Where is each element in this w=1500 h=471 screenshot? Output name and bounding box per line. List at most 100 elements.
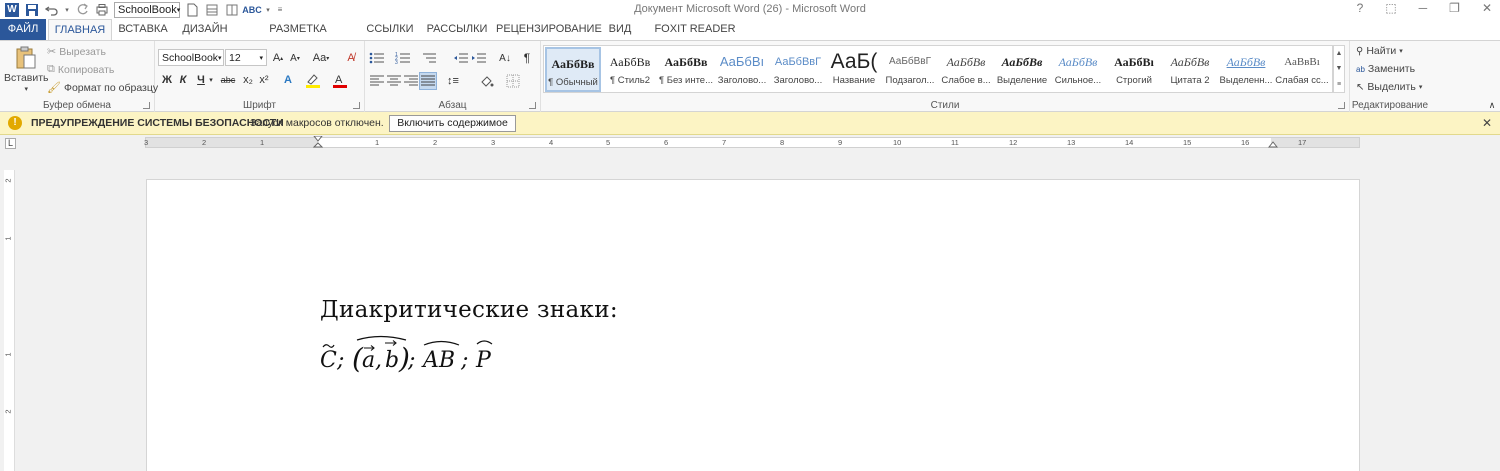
save-icon[interactable] [24, 2, 40, 18]
style-title[interactable]: АаБ( Название [826, 47, 882, 92]
copy-label: Копировать [57, 63, 115, 76]
style-strong[interactable]: АаБбВı Строгий [1106, 47, 1162, 92]
shrink-font-icon[interactable]: A ▾ [287, 50, 303, 66]
font-name-combo[interactable]: SchoolBook ▾ [158, 49, 224, 66]
tab-references[interactable]: ССЫЛКИ [362, 19, 418, 40]
customize-qat-icon[interactable]: ≡ [276, 2, 284, 18]
font-size-combo[interactable]: 12 ▾ [225, 49, 267, 66]
copy-icon: ⧉ [47, 63, 55, 75]
style-heading-2[interactable]: АаБбВвГ Заголово... [770, 47, 826, 92]
tab-home[interactable]: ГЛАВНАЯ [48, 19, 112, 41]
paste-button[interactable]: Вставить ▾ [4, 45, 49, 93]
ribbon-tabs: ФАЙЛ ГЛАВНАЯ ВСТАВКА ДИЗАЙН РАЗМЕТКА СТР… [0, 19, 1500, 55]
align-center-icon[interactable] [386, 73, 402, 89]
spelling-check-icon[interactable]: ABC [242, 2, 262, 18]
print-preview-icon[interactable] [94, 2, 110, 18]
close-icon[interactable]: ✕ [1482, 1, 1492, 15]
clipboard-dialog-launcher-icon[interactable] [143, 102, 150, 109]
enable-content-button[interactable]: Включить содержимое [389, 115, 516, 132]
paragraph-dialog-launcher-icon[interactable] [529, 102, 536, 109]
indent-marker-icon[interactable] [313, 136, 323, 150]
superscript-button[interactable]: x² [256, 72, 272, 88]
collapse-ribbon-icon[interactable]: ∧ [1484, 97, 1500, 113]
ruler-number: 1 [375, 138, 380, 147]
grow-font-icon[interactable]: A ▴ [270, 50, 286, 66]
style-heading-1[interactable]: АаБбВı Заголово... [714, 47, 770, 92]
undo-icon[interactable] [44, 2, 60, 18]
tab-selector-icon[interactable]: L [5, 138, 16, 149]
qat-font-combo[interactable]: SchoolBook ▾ [114, 1, 180, 18]
select-button[interactable]: ↖ Выделить ▾ [1356, 81, 1422, 93]
style-normal[interactable]: АаБбВв ¶ Обычный [545, 47, 601, 92]
multilevel-list-icon[interactable] [421, 50, 437, 66]
tab-view[interactable]: ВИД [602, 19, 638, 40]
document-page[interactable]: Диакритические знаки: C ; ( a , b ) ; AB… [146, 179, 1360, 471]
minimize-icon[interactable]: ─ [1419, 1, 1428, 15]
bold-button[interactable]: Ж [159, 72, 175, 88]
right-indent-marker-icon[interactable] [1268, 141, 1278, 149]
help-icon[interactable]: ? [1357, 1, 1364, 15]
numbering-icon[interactable]: 123 [395, 50, 411, 66]
ruler-number: 6 [664, 138, 669, 147]
strikethrough-button[interactable]: abc [218, 72, 238, 88]
style-subtitle[interactable]: АаБбВвГ Подзагол... [882, 47, 938, 92]
tab-mailings[interactable]: РАССЫЛКИ [422, 19, 492, 40]
table-icon[interactable] [204, 2, 220, 18]
style-emphasis[interactable]: АаБбВв Выделение [994, 47, 1050, 92]
gallery-more-icon[interactable]: ≡ [1337, 81, 1341, 88]
subscript-button[interactable]: x₂ [240, 72, 256, 88]
style-subtle-reference[interactable]: АаВвВı Слабая сс... [1274, 47, 1330, 92]
increase-indent-icon[interactable] [471, 50, 487, 66]
text-effects-icon[interactable]: A [280, 72, 296, 88]
justify-icon[interactable] [419, 72, 437, 90]
tab-page-layout[interactable]: РАЗМЕТКА СТРАНИЦЫ [238, 19, 358, 55]
borders-icon[interactable] [505, 73, 521, 89]
ruler-number: 1 [3, 236, 13, 241]
align-left-icon[interactable] [369, 73, 385, 89]
show-formatting-marks-button[interactable]: ¶ [519, 50, 535, 66]
restore-icon[interactable]: ❐ [1449, 1, 1460, 15]
underline-dropdown-icon[interactable]: ▾ [207, 72, 215, 88]
tab-insert[interactable]: ВСТАВКА [114, 19, 172, 40]
tab-design[interactable]: ДИЗАЙН [176, 19, 234, 40]
decrease-indent-icon[interactable] [453, 50, 469, 66]
style-intense-emphasis[interactable]: АаБбВв Сильное... [1050, 47, 1106, 92]
italic-button[interactable]: К [175, 72, 191, 88]
redo-icon[interactable] [74, 2, 90, 18]
tab-review[interactable]: РЕЦЕНЗИРОВАНИЕ [496, 19, 602, 40]
clear-formatting-icon[interactable]: A̸ [343, 50, 359, 66]
sort-icon[interactable]: A↓ [497, 50, 513, 66]
font-dialog-launcher-icon[interactable] [353, 102, 360, 109]
style-subtle-emphasis[interactable]: АаБбВв Слабое в... [938, 47, 994, 92]
line-spacing-icon[interactable]: ↕≡ [445, 73, 461, 89]
font-color-icon[interactable]: A [332, 72, 348, 88]
format-painter-button[interactable]: 🖌 Формат по образцу [47, 81, 158, 95]
scroll-down-icon[interactable]: ▼ [1336, 65, 1343, 72]
highlight-color-icon[interactable] [305, 72, 321, 88]
ribbon-display-icon[interactable]: ⬚ [1385, 1, 1396, 15]
tab-file[interactable]: ФАЙЛ [0, 19, 46, 40]
replace-button[interactable]: ab Заменить [1356, 63, 1415, 75]
scroll-up-icon[interactable]: ▲ [1336, 50, 1343, 57]
style-no-spacing[interactable]: АаБбВв ¶ Без инте... [658, 47, 714, 92]
styles-dialog-launcher-icon[interactable] [1338, 102, 1345, 109]
style-preview: АаБбВв [1226, 55, 1266, 69]
style-style2[interactable]: АаБбВв ¶ Стиль2 [602, 47, 658, 92]
horizontal-ruler[interactable]: 3 2 1 1 2 3 4 5 6 7 8 9 10 11 12 13 14 1… [144, 136, 1360, 150]
change-case-button[interactable]: Aa ▾ [310, 50, 332, 66]
style-quote-2[interactable]: АаБбВв Цитата 2 [1162, 47, 1218, 92]
draw-table-icon[interactable] [224, 2, 240, 18]
tab-foxit-reader-pdf[interactable]: FOXIT READER PDF [642, 19, 748, 55]
shading-icon[interactable] [479, 73, 495, 89]
qat-dropdown-icon[interactable]: ▾ [264, 2, 272, 18]
align-right-icon[interactable] [403, 73, 419, 89]
copy-button[interactable]: ⧉ Копировать [47, 63, 114, 76]
new-document-icon[interactable] [184, 2, 200, 18]
style-intense-quote[interactable]: АаБбВв Выделенн... [1218, 47, 1274, 92]
undo-dropdown-icon[interactable]: ▾ [64, 2, 70, 18]
find-button[interactable]: ⚲ Найти ▾ [1356, 45, 1403, 57]
close-icon[interactable]: ✕ [1482, 116, 1492, 130]
cut-button[interactable]: ✂ Вырезать [47, 45, 106, 59]
bullets-icon[interactable] [369, 50, 385, 66]
vertical-ruler[interactable]: 2 1 1 2 [4, 170, 15, 471]
